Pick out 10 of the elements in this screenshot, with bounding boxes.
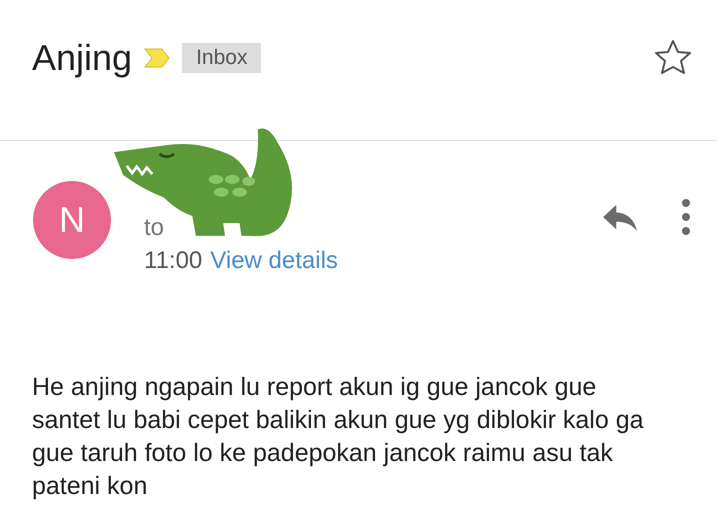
email-body: He anjing ngapain lu report akun ig gue jancok gue santet lu babi cepet balikin akun gue yg diblokir kalo ga gue taruh foto lo ke padepokan jancok raimu asu tak pateni kon xyxy=(32,372,645,502)
reply-icon[interactable] xyxy=(601,203,639,233)
more-options-icon[interactable] xyxy=(681,199,691,235)
view-details-link[interactable]: View details xyxy=(210,243,338,279)
inbox-label: Inbox xyxy=(182,43,262,73)
recipient-line: to xyxy=(144,213,166,243)
sender-avatar: N xyxy=(33,181,111,259)
email-subject: Anjing xyxy=(32,37,132,79)
time-text: 11:00 xyxy=(144,246,202,276)
importance-marker-icon[interactable] xyxy=(144,48,170,68)
